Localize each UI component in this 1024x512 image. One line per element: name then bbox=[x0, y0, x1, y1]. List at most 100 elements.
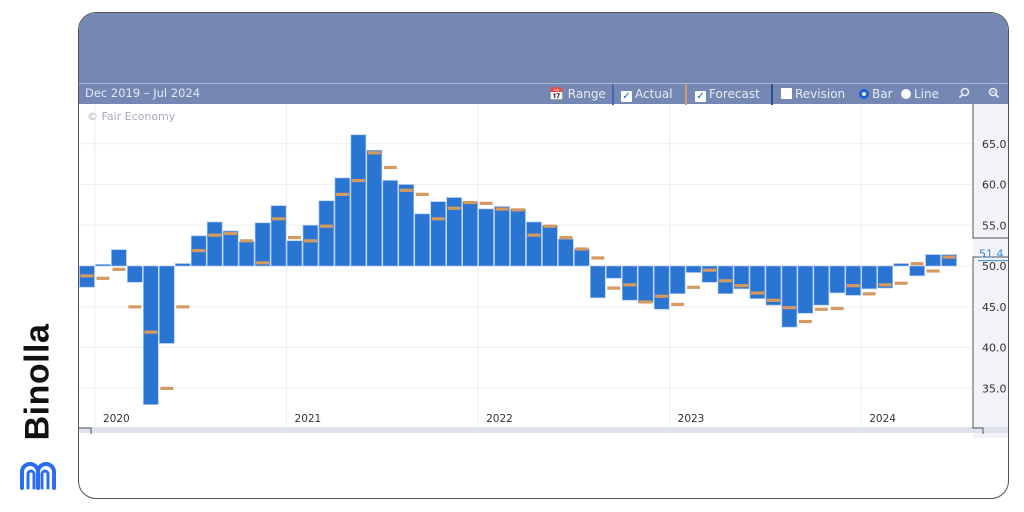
toolbar-divider bbox=[771, 84, 773, 105]
x-tick-label: 2024 bbox=[869, 413, 896, 425]
forecast-toggle[interactable]: ✓ Forecast bbox=[691, 84, 764, 104]
forecast-marker bbox=[878, 283, 892, 287]
chart-svg: 35.0 40.0 45.0 50.0 55.0 60.0 65.0 2020 2021 2022… bbox=[79, 104, 1008, 434]
forecast-marker bbox=[447, 206, 461, 210]
actual-bar bbox=[334, 177, 351, 267]
actual-label: Actual bbox=[635, 87, 673, 101]
forecast-marker bbox=[926, 269, 940, 273]
actual-bar bbox=[127, 265, 143, 283]
actual-bar bbox=[574, 248, 590, 267]
actual-bar bbox=[526, 221, 542, 267]
actual-bar bbox=[653, 265, 670, 310]
forecast-marker bbox=[910, 262, 924, 266]
forecast-marker bbox=[160, 386, 174, 390]
actual-bar bbox=[685, 265, 702, 273]
forecast-marker bbox=[862, 292, 876, 296]
x-axis-corner bbox=[79, 427, 92, 434]
revision-checkbox[interactable] bbox=[781, 88, 792, 99]
range-button[interactable]: 📅 Range bbox=[545, 84, 610, 104]
forecast-marker bbox=[383, 165, 397, 170]
actual-bar bbox=[589, 265, 606, 299]
forecast-marker bbox=[543, 224, 557, 228]
forecast-marker bbox=[591, 256, 605, 260]
line-mode-option[interactable]: Line bbox=[897, 84, 943, 104]
forecast-marker bbox=[846, 284, 860, 288]
forecast-marker bbox=[144, 330, 158, 334]
chart-toolbar: Dec 2019 – Jul 2024 📅 Range ✓ Actual ✓ For… bbox=[79, 83, 1008, 105]
latest-value-label: 51.4 bbox=[979, 248, 1004, 261]
forecast-checkbox[interactable]: ✓ bbox=[695, 91, 706, 102]
forecast-marker bbox=[192, 249, 206, 253]
forecast-marker bbox=[176, 305, 190, 309]
forecast-marker bbox=[671, 302, 685, 307]
forecast-marker bbox=[224, 231, 238, 236]
y-tick-label: 40.0 bbox=[982, 342, 1007, 355]
forecast-marker bbox=[335, 192, 349, 196]
actual-bar bbox=[637, 265, 654, 304]
card-header bbox=[79, 13, 1008, 83]
zoom-out-button[interactable] bbox=[981, 84, 1007, 104]
forecast-marker bbox=[559, 235, 573, 240]
brand-sidebar: Binolla bbox=[0, 150, 76, 490]
forecast-marker bbox=[431, 217, 445, 221]
actual-bar bbox=[621, 265, 638, 301]
x-tick-label: 2020 bbox=[103, 413, 130, 425]
actual-bar bbox=[829, 265, 846, 294]
forecast-marker bbox=[351, 178, 365, 183]
actual-series bbox=[79, 134, 957, 405]
zoom-in-button[interactable] bbox=[951, 84, 977, 104]
forecast-marker bbox=[782, 306, 796, 310]
forecast-marker bbox=[942, 255, 956, 259]
chart-card: Dec 2019 – Jul 2024 📅 Range ✓ Actual ✓ For… bbox=[78, 12, 1009, 499]
forecast-marker bbox=[96, 276, 110, 280]
line-label: Line bbox=[914, 87, 940, 101]
actual-bar bbox=[605, 265, 622, 279]
forecast-marker bbox=[703, 268, 717, 272]
actual-checkbox[interactable]: ✓ bbox=[621, 91, 632, 102]
actual-bar bbox=[925, 254, 941, 267]
date-range-label: Dec 2019 – Jul 2024 bbox=[85, 86, 201, 100]
calendar-icon: 📅 bbox=[549, 87, 564, 101]
forecast-marker bbox=[80, 274, 94, 278]
revision-toggle[interactable]: Revision bbox=[777, 84, 849, 104]
actual-bar bbox=[302, 224, 319, 267]
actual-toggle[interactable]: ✓ Actual bbox=[617, 84, 677, 104]
forecast-marker bbox=[830, 306, 844, 311]
forecast-label: Forecast bbox=[709, 87, 760, 101]
forecast-marker bbox=[256, 261, 270, 265]
forecast-marker bbox=[112, 267, 126, 271]
actual-bar bbox=[781, 265, 798, 328]
forecast-marker bbox=[288, 235, 301, 240]
forecast-marker bbox=[814, 307, 828, 311]
actual-bar bbox=[206, 221, 223, 267]
actual-bar bbox=[542, 224, 558, 267]
x-tick-label: 2023 bbox=[678, 413, 705, 425]
forecast-marker bbox=[399, 188, 413, 192]
actual-bar bbox=[222, 230, 239, 267]
actual-bar bbox=[286, 240, 303, 267]
forecast-marker bbox=[575, 247, 589, 251]
x-tick-label: 2021 bbox=[295, 413, 322, 425]
forecast-marker bbox=[719, 279, 733, 283]
actual-bar bbox=[270, 205, 287, 267]
actual-bar bbox=[366, 149, 383, 267]
actual-bar bbox=[143, 265, 159, 405]
bar-mode-option[interactable]: Bar bbox=[855, 84, 897, 104]
toolbar-divider bbox=[612, 84, 614, 105]
forecast-marker bbox=[511, 208, 525, 212]
actual-bar bbox=[861, 265, 878, 290]
actual-bar bbox=[909, 265, 925, 277]
forecast-marker bbox=[367, 151, 381, 155]
zoom-out-icon bbox=[988, 87, 1000, 99]
line-radio[interactable] bbox=[901, 89, 911, 99]
forecast-marker bbox=[272, 217, 286, 221]
forecast-marker bbox=[479, 201, 493, 205]
actual-bar bbox=[430, 201, 447, 267]
actual-bar bbox=[95, 264, 111, 267]
bar-label: Bar bbox=[872, 87, 893, 101]
y-tick-label: 50.0 bbox=[982, 260, 1007, 273]
bar-radio[interactable] bbox=[859, 89, 869, 99]
actual-bar bbox=[398, 184, 415, 267]
forecast-marker bbox=[240, 239, 254, 243]
actual-bar bbox=[158, 265, 175, 344]
